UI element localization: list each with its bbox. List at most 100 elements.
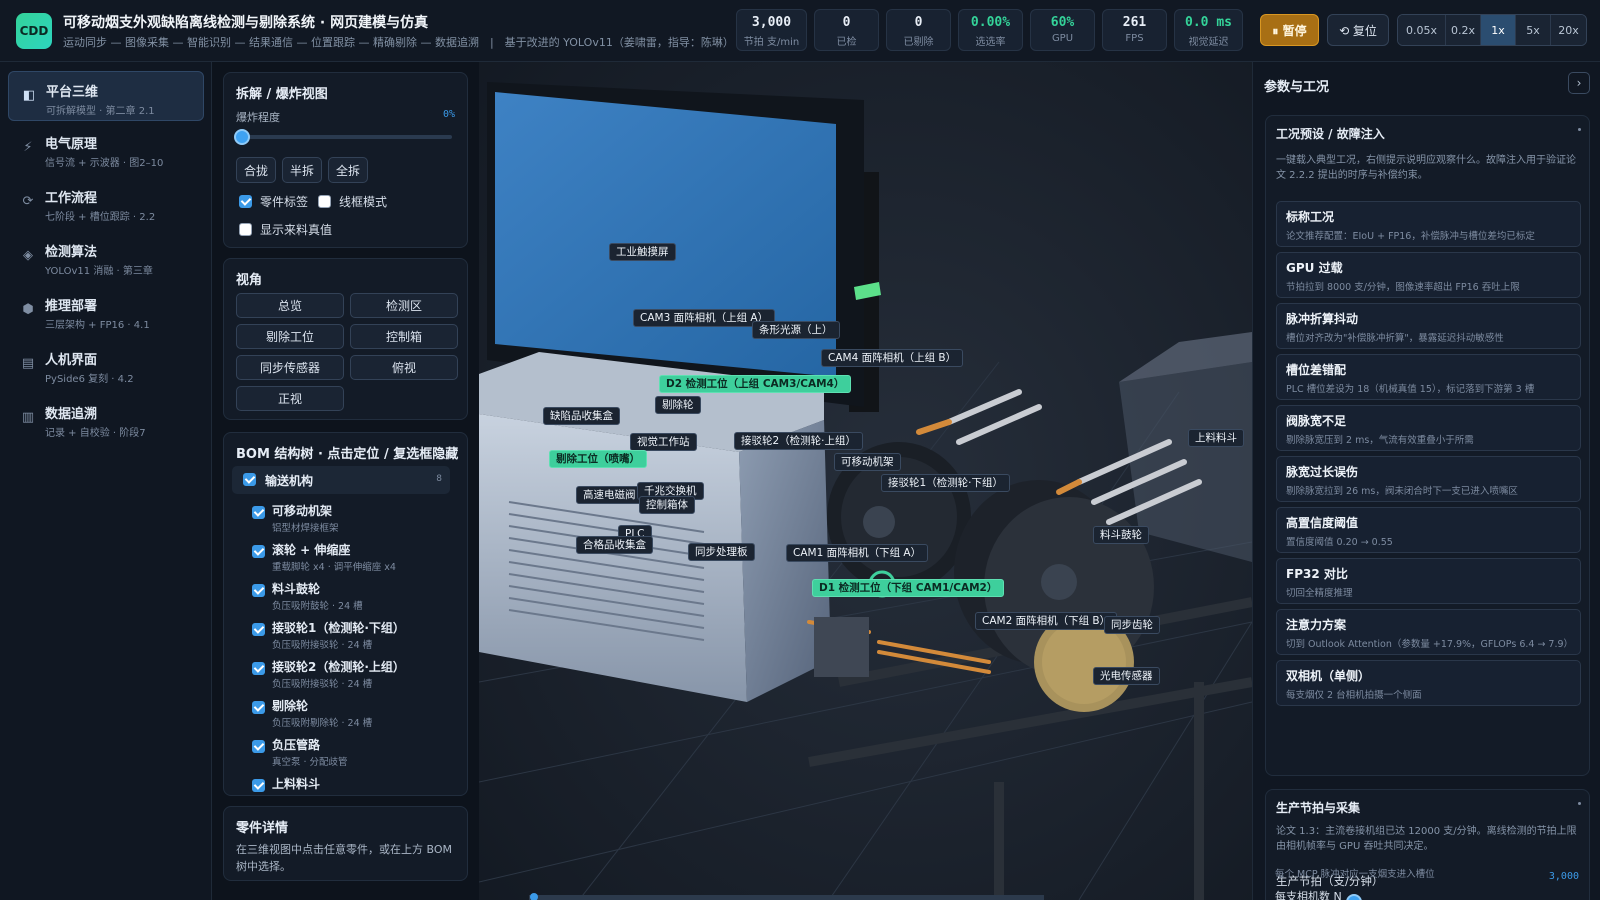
bom-item-checkbox[interactable] xyxy=(252,584,265,597)
bom-item[interactable]: 上料料斗 xyxy=(252,773,452,795)
bom-item[interactable]: 接驳轮2（检测轮·上组） 负压吸附接驳轮 · 24 槽 xyxy=(252,656,452,692)
reset-button[interactable]: ⟲ 复位 xyxy=(1327,14,1389,46)
label-sync-gear[interactable]: 同步齿轮 xyxy=(1104,616,1160,634)
view-control-box-button[interactable]: 控制箱 xyxy=(350,324,458,349)
bom-item[interactable]: 剔除轮 负压吸附剔除轮 · 24 槽 xyxy=(252,695,452,731)
bom-item[interactable]: 可移动机架 铝型材焊接框架 xyxy=(252,500,452,536)
bom-item[interactable]: 滚轮 + 伸缩座 重载脚轮 x4 · 调平伸缩座 x4 xyxy=(252,539,452,575)
view-detection-zone-button[interactable]: 检测区 xyxy=(350,293,458,318)
pause-button[interactable]: ⏸ 暂停 xyxy=(1260,14,1319,46)
production-note: 论文 1.3：主流卷接机组已达 12000 支/分钟。离线检测的节拍上限由相机帧… xyxy=(1276,826,1577,852)
preset-slot-mismatch[interactable]: 槽位差错配 PLC 槽位差设为 18（机械真值 15），标记落到下游第 3 槽 xyxy=(1276,354,1581,400)
nav-item-subtitle: PySide6 复刻 · 4.2 xyxy=(45,374,134,385)
label-d2-station[interactable]: D2 检测工位（上组 CAM3/CAM4） xyxy=(659,375,852,393)
preset-gpu-overload[interactable]: GPU 过载 节拍拉到 8000 支/分钟，图像速率超出 FP16 吞吐上限 xyxy=(1276,252,1581,298)
production-section: 生产节拍与采集 论文 1.3：主流卷接机组已达 12000 支/分钟。离线检测的… xyxy=(1265,789,1590,900)
preset-valve-pulse-short[interactable]: 阀脉宽不足 剔除脉宽压到 2 ms，气流有效重叠小于所需 xyxy=(1276,405,1581,451)
label-cam2[interactable]: CAM2 面阵相机（下组 B） xyxy=(975,612,1118,630)
ground-truth-checkbox[interactable] xyxy=(239,223,252,236)
bom-item-checkbox[interactable] xyxy=(252,662,265,675)
stat-rejected: 0 已剔除 xyxy=(886,9,951,51)
rate-slider-knob[interactable] xyxy=(1346,894,1362,900)
nav-item-workflow[interactable]: ⟳ 工作流程 七阶段 + 槽位跟踪 · 2.2 xyxy=(8,178,204,228)
label-touchscreen[interactable]: 工业触摸屏 xyxy=(609,243,676,261)
bom-item-checkbox[interactable] xyxy=(252,623,265,636)
speed-option[interactable]: 0.05x xyxy=(1398,15,1446,45)
label-cam4[interactable]: CAM4 面阵相机（上组 B） xyxy=(821,349,964,367)
parameters-title: 参数与工况 xyxy=(1264,80,1330,95)
preset-nominal[interactable]: 标称工况 论文推荐配置：EIoU + FP16，补偿脉冲与槽位差均已标定 xyxy=(1276,201,1581,247)
bom-group-checkbox[interactable] xyxy=(243,473,256,486)
nav-item-platform-3d[interactable]: ◧ 平台三维 可拆解模型 · 第二章 2.1 xyxy=(8,71,204,121)
view-panel: 视角 总览 检测区 剔除工位 控制箱 同步传感器 俯视 正视 xyxy=(223,258,468,420)
part-labels-checkbox[interactable] xyxy=(239,195,252,208)
view-overview-button[interactable]: 总览 xyxy=(236,293,344,318)
preset-pulse-too-long[interactable]: 脉宽过长误伤 剔除脉宽拉到 26 ms，阀未闭合时下一支已进入喷嘴区 xyxy=(1276,456,1581,502)
label-light-top[interactable]: 条形光源（上） xyxy=(752,321,840,339)
stat-vision-latency: 0.0 ms 视觉延迟 xyxy=(1174,9,1243,51)
wireframe-checkbox[interactable] xyxy=(318,195,331,208)
label-hopper-drum[interactable]: 料斗鼓轮 xyxy=(1093,526,1149,544)
cycle-icon: ⟳ xyxy=(22,194,34,209)
collapse-panel-button[interactable]: › xyxy=(1568,72,1590,94)
preset-high-confidence[interactable]: 高置信度阈值 置信度阈值 0.20 → 0.55 xyxy=(1276,507,1581,553)
label-reject-station[interactable]: 剔除工位（喷嘴） xyxy=(549,450,647,468)
speed-option-active[interactable]: 1x xyxy=(1481,15,1516,45)
nav-item-subtitle: 可拆解模型 · 第二章 2.1 xyxy=(46,106,155,117)
label-cam1[interactable]: CAM1 面阵相机（下组 A） xyxy=(786,544,929,562)
section-toggle-icon[interactable] xyxy=(1578,802,1581,805)
bom-item[interactable]: 负压管路 真空泵 · 分配歧管 xyxy=(252,734,452,770)
explode-slider-knob[interactable] xyxy=(234,129,250,145)
label-defect-bin[interactable]: 缺陷品收集盒 xyxy=(543,407,620,425)
section-toggle-icon[interactable] xyxy=(1578,128,1581,131)
nav-item-title: 人机界面 xyxy=(45,353,98,368)
bom-item-checkbox[interactable] xyxy=(252,779,265,792)
preset-fp32[interactable]: FP32 对比 切回全精度推理 xyxy=(1276,558,1581,604)
explode-value: 0% xyxy=(442,109,455,120)
label-sync-board[interactable]: 同步处理板 xyxy=(688,543,755,561)
bom-item[interactable]: 料斗鼓轮 负压吸附鼓轮 · 24 槽 xyxy=(252,578,452,614)
nav-item-detection[interactable]: ◈ 检测算法 YOLOv11 消融 · 第三章 xyxy=(8,232,204,282)
collapse-button[interactable]: 合拢 xyxy=(236,157,276,183)
nav-item-deployment[interactable]: ⬢ 推理部署 三层架构 + FP16 · 4.1 xyxy=(8,286,204,336)
nav-item-hmi[interactable]: ▤ 人机界面 PySide6 复刻 · 4.2 xyxy=(8,340,204,390)
nav-item-electrical[interactable]: ⚡ 电气原理 信号流 + 示波器 · 图2–10 xyxy=(8,124,204,174)
explode-slider[interactable] xyxy=(234,129,452,145)
nav-item-traceability[interactable]: ▥ 数据追溯 记录 + 自校验 · 阶段7 xyxy=(8,394,204,444)
view-sync-sensor-button[interactable]: 同步传感器 xyxy=(236,355,344,380)
speed-option[interactable]: 20x xyxy=(1551,15,1586,45)
label-good-bin[interactable]: 合格品收集盒 xyxy=(576,536,653,554)
label-photo-sensor[interactable]: 光电传感器 xyxy=(1093,667,1160,685)
hexagon-icon: ⬢ xyxy=(22,302,34,317)
bom-item-checkbox[interactable] xyxy=(252,701,265,714)
bom-group-conveyor[interactable]: 输送机构 8 xyxy=(232,466,450,494)
label-mobile-frame[interactable]: 可移动机架 xyxy=(834,453,901,471)
label-solenoid-valve[interactable]: 高速电磁阀 xyxy=(576,486,643,504)
label-transfer-wheel-2[interactable]: 接驳轮2（检测轮·上组） xyxy=(734,432,864,450)
bom-item-checkbox[interactable] xyxy=(252,740,265,753)
preset-dual-camera[interactable]: 双相机（单侧） 每支烟仅 2 台相机拍摄一个侧面 xyxy=(1276,660,1581,706)
viewport-3d[interactable]: 工业触摸屏 CAM3 面阵相机（上组 A） 条形光源（上） CAM4 面阵相机（… xyxy=(479,62,1252,900)
bom-item-checkbox[interactable] xyxy=(252,506,265,519)
label-reject-wheel[interactable]: 剔除轮 xyxy=(655,396,701,414)
label-feed-hopper[interactable]: 上料料斗 xyxy=(1188,429,1244,447)
bom-item-checkbox[interactable] xyxy=(252,545,265,558)
lightning-icon: ⚡ xyxy=(23,140,33,155)
bom-item[interactable]: 接驳轮1（检测轮·下组） 负压吸附接驳轮 · 24 槽 xyxy=(252,617,452,653)
view-front-button[interactable]: 正视 xyxy=(236,386,344,411)
preset-attention[interactable]: 注意力方案 切到 Outlook Attention（参数量 +17.9%，GFL… xyxy=(1276,609,1581,655)
full-explode-button[interactable]: 全拆 xyxy=(328,157,368,183)
half-explode-button[interactable]: 半拆 xyxy=(282,157,322,183)
view-reject-station-button[interactable]: 剔除工位 xyxy=(236,324,344,349)
app-logo: CDD xyxy=(16,13,52,49)
label-control-box[interactable]: 控制箱体 xyxy=(639,496,695,514)
view-top-button[interactable]: 俯视 xyxy=(350,355,458,380)
label-d1-station[interactable]: D1 检测工位（下组 CAM1/CAM2） xyxy=(812,579,1005,597)
preset-pulse-jitter[interactable]: 脉冲折算抖动 槽位对齐改为"补偿脉冲折算"，暴露延迟抖动敏感性 xyxy=(1276,303,1581,349)
part-detail-panel: 零件详情 在三维视图中点击任意零件，或在上方 BOM 树中选择。 xyxy=(223,806,468,881)
speed-option[interactable]: 5x xyxy=(1516,15,1551,45)
label-vision-workstation[interactable]: 视觉工作站 xyxy=(630,433,697,451)
speed-option[interactable]: 0.2x xyxy=(1446,15,1481,45)
label-transfer-wheel-1[interactable]: 接驳轮1（检测轮·下组） xyxy=(881,474,1011,492)
nav-item-subtitle: 七阶段 + 槽位跟踪 · 2.2 xyxy=(45,212,156,223)
